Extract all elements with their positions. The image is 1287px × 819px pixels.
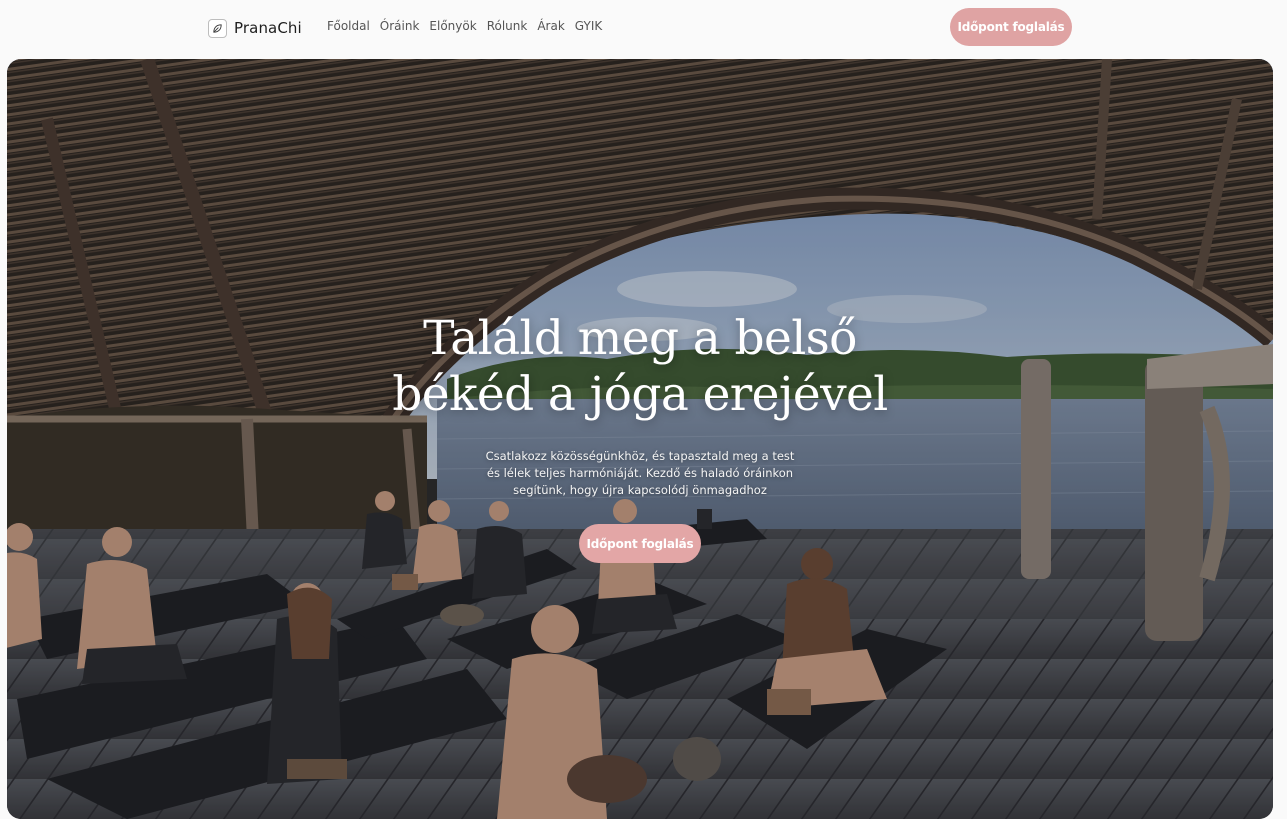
brand-logo[interactable]: PranaChi <box>208 17 302 39</box>
nav-link-classes[interactable]: Óráink <box>380 19 420 33</box>
book-appointment-button[interactable]: Időpont foglalás <box>950 8 1072 46</box>
hero-book-appointment-button[interactable]: Időpont foglalás <box>579 524 701 563</box>
hero-title-line-1: Találd meg a belső <box>423 311 857 366</box>
leaf-icon <box>208 18 227 38</box>
brand-name: PranaChi <box>234 19 302 37</box>
nav-link-home[interactable]: Főoldal <box>327 19 370 33</box>
hero-subtitle: Csatlakozz közösségünkhöz, és tapasztald… <box>485 449 795 497</box>
nav-link-faq[interactable]: GYIK <box>575 19 602 33</box>
nav-link-benefits[interactable]: Előnyök <box>429 19 476 33</box>
hero-title: Találd meg a belső békéd a jóga erejével <box>7 311 1273 423</box>
nav-link-about[interactable]: Rólunk <box>487 19 528 33</box>
hero-title-line-2: békéd a jóga erejével <box>392 367 888 422</box>
hero-dark-overlay <box>7 59 1273 819</box>
hero-section: Találd meg a belső békéd a jóga erejével… <box>7 59 1273 819</box>
top-navigation: PranaChi Főoldal Óráink Előnyök Rólunk Á… <box>0 0 1287 56</box>
nav-link-prices[interactable]: Árak <box>537 19 564 33</box>
main-menu: Főoldal Óráink Előnyök Rólunk Árak GYIK <box>327 19 602 33</box>
